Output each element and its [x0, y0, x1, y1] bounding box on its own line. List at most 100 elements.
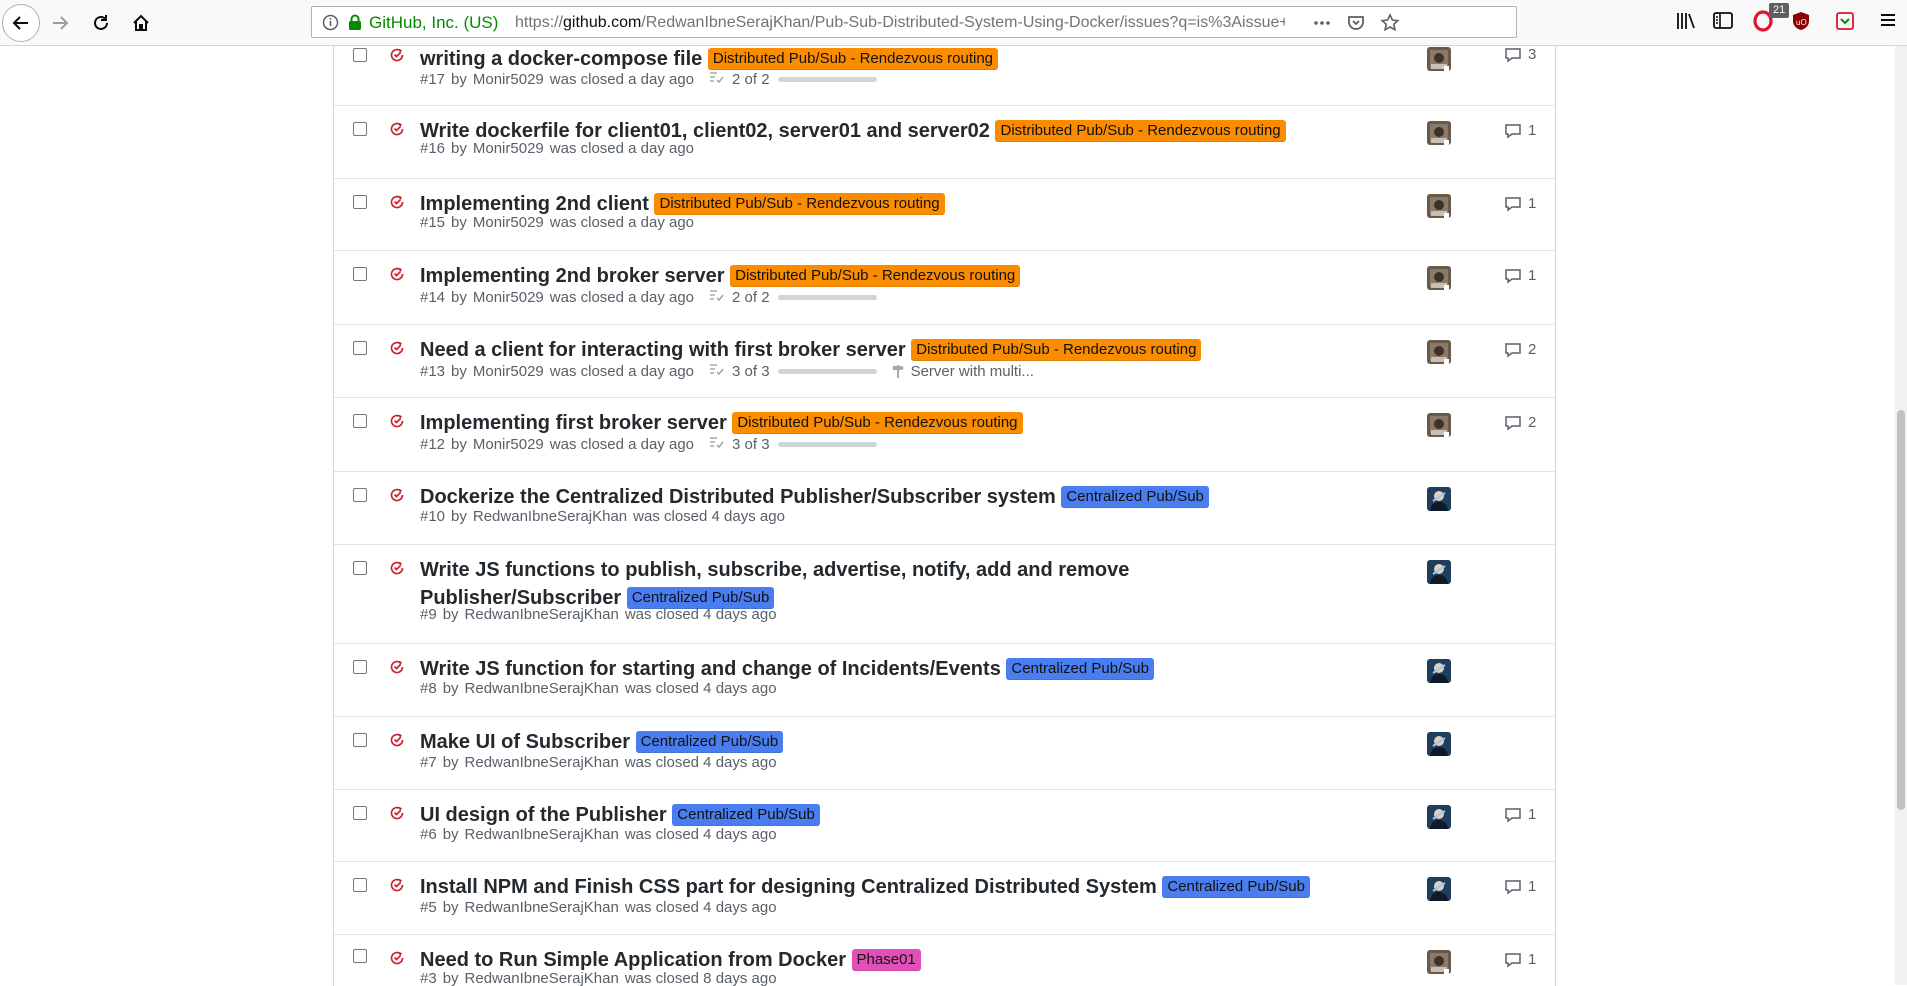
comments-link[interactable]: 2 [1504, 341, 1536, 358]
issue-row[interactable]: Implementing 2nd client Distributed Pub/… [334, 179, 1555, 251]
issue-title-link[interactable]: Install NPM and Finish CSS part for desi… [420, 876, 1157, 898]
hamburger-menu-icon[interactable] [1878, 10, 1898, 35]
issue-author-link[interactable]: Monir5029 [473, 436, 544, 453]
issue-author-link[interactable]: RedwanIbneSerajKhan [465, 754, 619, 771]
page-scrollbar[interactable] [1895, 46, 1907, 985]
assignee-avatar[interactable] [1427, 487, 1451, 511]
page-actions-icon[interactable] [1312, 13, 1332, 38]
issue-title-link[interactable]: Implementing 2nd client [420, 193, 649, 215]
issue-select-checkbox[interactable] [353, 878, 367, 892]
assignee-avatar[interactable] [1427, 877, 1451, 901]
site-identity[interactable]: GitHub, Inc. (US) [369, 13, 498, 33]
issue-row[interactable]: Write dockerfile for client01, client02,… [334, 106, 1555, 179]
issue-select-checkbox[interactable] [353, 48, 367, 62]
issue-author-link[interactable]: Monir5029 [473, 289, 544, 306]
scrollbar-thumb[interactable] [1897, 410, 1905, 810]
pocket-save-icon[interactable] [1834, 10, 1856, 37]
comments-link[interactable]: 1 [1504, 951, 1536, 968]
issue-select-checkbox[interactable] [353, 341, 367, 355]
issue-title-link[interactable]: Write JS function for starting and chang… [420, 658, 1001, 680]
issue-label[interactable]: Phase01 [851, 949, 921, 971]
issue-label[interactable]: Distributed Pub/Sub - Rendezvous routing [732, 412, 1023, 434]
issue-author-link[interactable]: Monir5029 [473, 140, 544, 157]
issue-title-link[interactable]: Need a client for interacting with first… [420, 339, 906, 361]
assignee-avatar[interactable] [1427, 194, 1451, 218]
issue-select-checkbox[interactable] [353, 561, 367, 575]
issue-author-link[interactable]: Monir5029 [473, 363, 544, 380]
issue-label[interactable]: Centralized Pub/Sub [1061, 486, 1209, 508]
issue-select-checkbox[interactable] [353, 122, 367, 136]
issue-author-link[interactable]: RedwanIbneSerajKhan [465, 606, 619, 623]
issue-label[interactable]: Centralized Pub/Sub [635, 731, 784, 753]
bookmark-star-icon[interactable] [1380, 13, 1400, 38]
assignee-avatar[interactable] [1427, 266, 1451, 290]
url-bar[interactable]: GitHub, Inc. (US) https://github.com/Red… [311, 6, 1517, 38]
issue-select-checkbox[interactable] [353, 488, 367, 502]
issue-title-link[interactable]: Write JS functions to publish, subscribe… [420, 559, 1129, 609]
issue-row[interactable]: Make UI of Subscriber Centralized Pub/Su… [334, 717, 1555, 790]
comments-link[interactable]: 1 [1504, 267, 1536, 284]
reload-button[interactable] [84, 6, 118, 40]
assignee-avatar[interactable] [1427, 340, 1451, 364]
ublock-shield-icon[interactable]: uO [1790, 10, 1812, 37]
assignee-avatar[interactable] [1427, 47, 1451, 71]
issue-row[interactable]: Dockerize the Centralized Distributed Pu… [334, 472, 1555, 545]
comments-link[interactable]: 1 [1504, 195, 1536, 212]
issue-author-link[interactable]: RedwanIbneSerajKhan [465, 680, 619, 697]
issue-row[interactable]: Write JS functions to publish, subscribe… [334, 545, 1555, 644]
issue-title-link[interactable]: UI design of the Publisher [420, 804, 667, 826]
issue-title-link[interactable]: Implementing 2nd broker server [420, 265, 725, 287]
back-button[interactable] [2, 4, 40, 42]
url-text[interactable]: https://github.com/RedwanIbneSerajKhan/P… [515, 14, 1285, 32]
issue-title-link[interactable]: Make UI of Subscriber [420, 731, 630, 753]
issue-select-checkbox[interactable] [353, 949, 367, 963]
issue-author-link[interactable]: RedwanIbneSerajKhan [465, 970, 619, 986]
issue-select-checkbox[interactable] [353, 806, 367, 820]
issue-author-link[interactable]: Monir5029 [473, 214, 544, 231]
pocket-icon[interactable] [1346, 13, 1366, 38]
issue-title-link[interactable]: Implementing first broker server [420, 412, 727, 434]
site-info-icon[interactable] [322, 14, 339, 36]
issue-label[interactable]: Centralized Pub/Sub [672, 804, 820, 826]
issue-label[interactable]: Distributed Pub/Sub - Rendezvous routing [654, 193, 945, 215]
issue-author-link[interactable]: Monir5029 [473, 71, 544, 88]
issue-label[interactable]: Centralized Pub/Sub [1006, 658, 1154, 680]
comments-link[interactable]: 2 [1504, 414, 1536, 431]
issue-label[interactable]: Distributed Pub/Sub - Rendezvous routing [911, 339, 1202, 361]
issue-row[interactable]: Need to Run Simple Application from Dock… [334, 935, 1555, 986]
issue-title-link[interactable]: Need to Run Simple Application from Dock… [420, 949, 846, 971]
issue-select-checkbox[interactable] [353, 733, 367, 747]
assignee-avatar[interactable] [1427, 413, 1451, 437]
comments-link[interactable]: 1 [1504, 122, 1536, 139]
issue-label[interactable]: Distributed Pub/Sub - Rendezvous routing [730, 265, 1021, 287]
issue-select-checkbox[interactable] [353, 195, 367, 209]
issue-milestone[interactable]: Server with multi... [891, 363, 1034, 380]
issue-select-checkbox[interactable] [353, 267, 367, 281]
issue-label[interactable]: Distributed Pub/Sub - Rendezvous routing [995, 120, 1286, 142]
issue-label[interactable]: Centralized Pub/Sub [1162, 876, 1310, 898]
issue-author-link[interactable]: RedwanIbneSerajKhan [473, 508, 627, 525]
issue-row[interactable]: Need a client for interacting with first… [334, 325, 1555, 398]
comments-link[interactable]: 1 [1504, 878, 1536, 895]
home-button[interactable] [124, 6, 158, 40]
issue-title-link[interactable]: Write dockerfile for client01, client02,… [420, 120, 990, 142]
issue-row[interactable]: Implementing first broker server Distrib… [334, 398, 1555, 472]
issue-row[interactable]: writing a docker-compose file Distribute… [334, 46, 1555, 106]
assignee-avatar[interactable] [1427, 121, 1451, 145]
forward-button[interactable] [43, 6, 77, 40]
issue-author-link[interactable]: RedwanIbneSerajKhan [465, 826, 619, 843]
assignee-avatar[interactable] [1427, 950, 1451, 974]
assignee-avatar[interactable] [1427, 659, 1451, 683]
issue-row[interactable]: Implementing 2nd broker server Distribut… [334, 251, 1555, 325]
issue-title-link[interactable]: writing a docker-compose file [420, 48, 702, 70]
sidebar-icon[interactable] [1712, 10, 1734, 37]
issue-label[interactable]: Distributed Pub/Sub - Rendezvous routing [707, 48, 999, 70]
issue-row[interactable]: UI design of the Publisher Centralized P… [334, 790, 1555, 862]
assignee-avatar[interactable] [1427, 805, 1451, 829]
issue-row[interactable]: Write JS function for starting and chang… [334, 644, 1555, 717]
issue-row[interactable]: Install NPM and Finish CSS part for desi… [334, 862, 1555, 935]
issue-author-link[interactable]: RedwanIbneSerajKhan [465, 899, 619, 916]
assignee-avatar[interactable] [1427, 560, 1451, 584]
assignee-avatar[interactable] [1427, 732, 1451, 756]
issue-select-checkbox[interactable] [353, 660, 367, 674]
